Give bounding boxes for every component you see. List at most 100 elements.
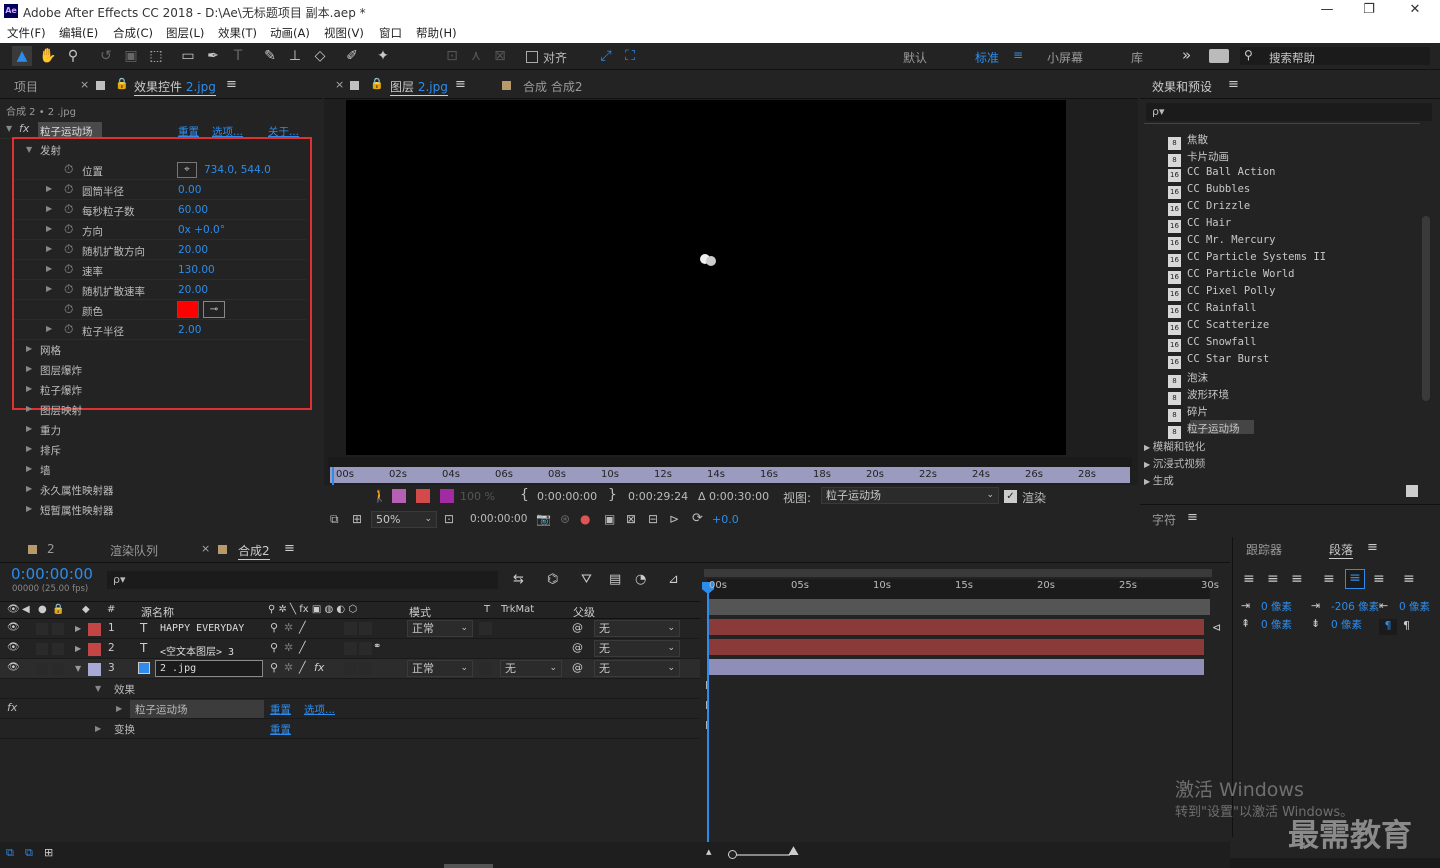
tab-layer[interactable]: 图层 2.jpg [390, 78, 448, 96]
layer-bar-3[interactable] [708, 659, 1204, 675]
puppet-tool-icon[interactable]: ✦ [373, 46, 393, 66]
effect-group-row[interactable]: ▶ 图层映射 [0, 399, 306, 419]
expand-triangle-icon[interactable]: ▶ [46, 204, 52, 213]
effect-row[interactable]: fx ▶ 粒子运动场 重置 选项... [0, 699, 700, 719]
rectangle-tool-icon[interactable]: ▭ [178, 46, 198, 66]
justify-center-icon[interactable]: ≡ [1345, 569, 1365, 589]
workspace-menu-icon[interactable]: ≡ [1013, 48, 1023, 62]
expand-triangle-icon[interactable]: ▶ [1144, 443, 1153, 452]
effect-switch-icon[interactable]: fx [314, 661, 324, 674]
effect-group-row[interactable]: ▶ 永久属性映射器 [0, 479, 306, 499]
view-axis-icon[interactable]: ⊠ [490, 46, 510, 66]
render-checkbox[interactable]: ✓ [1004, 490, 1017, 503]
panel-menu-icon[interactable]: ≡ [1187, 510, 1198, 525]
shy-switch-icon[interactable]: ⚲ [270, 621, 278, 634]
expand-triangle-icon[interactable]: ▶ [26, 424, 32, 433]
layer-icon[interactable]: ⊟ [648, 512, 658, 526]
expand-triangle-icon[interactable]: ▶ [46, 284, 52, 293]
layer-row[interactable]: 👁 ▶ 1 T HAPPY EVERYDAY ⚲ ✲ ╱ 正常 ⌄ @ 无 ⌄ [0, 619, 700, 639]
property-row[interactable]: ▶ ⏱ 方向 0x +0.0° [14, 220, 306, 240]
help-search-box[interactable]: ⚲ 搜索帮助 [1240, 47, 1430, 65]
graph-editor-icon[interactable]: ⊿ [668, 572, 679, 587]
expand-triangle-icon[interactable]: ▶ [46, 184, 52, 193]
zoom-slider-track[interactable] [728, 854, 790, 856]
tab-composition[interactable]: 合成 合成2 [523, 78, 582, 95]
switch-box[interactable] [359, 662, 372, 675]
effects-search-input[interactable]: ρ▾ [1146, 103, 1432, 121]
effect-group-row[interactable]: ▶ 粒子爆炸 [0, 379, 306, 399]
workspace-default[interactable]: 默认 [903, 49, 927, 66]
camera-tool-icon[interactable]: ▣ [121, 46, 141, 66]
menu-window[interactable]: 窗口 [379, 25, 402, 41]
quality-switch-icon[interactable]: ╱ [299, 621, 306, 634]
pick-whip-icon[interactable]: @ [572, 661, 583, 674]
horizontal-scrollbar[interactable] [444, 864, 493, 868]
fit-icon[interactable]: ⊡ [444, 512, 454, 526]
property-value[interactable]: 734.0, 544.0 [204, 164, 271, 176]
stopwatch-icon[interactable]: ⏱ [64, 182, 73, 197]
frame-blending-icon[interactable]: ▤ [609, 572, 621, 587]
effect-list-item[interactable]: 16 CC Ball Action [1168, 166, 1276, 183]
justify-all-icon[interactable]: ≡ [1403, 571, 1415, 587]
menu-composition[interactable]: 合成(C) [113, 25, 153, 41]
justify-left-icon[interactable]: ≡ [1323, 571, 1335, 587]
switch-box[interactable] [344, 622, 357, 635]
layer-bar-1[interactable] [708, 619, 1204, 635]
snap-edge-icon[interactable]: ⤢ [596, 46, 616, 66]
expand-triangle-icon[interactable]: ▼ [6, 124, 12, 133]
scrollbar-thumb[interactable] [1422, 216, 1430, 401]
effect-category[interactable]: ▶ 模糊和锐化 [1144, 439, 1205, 454]
expand-triangle-icon[interactable]: ▶ [1144, 477, 1153, 486]
snapshot-icon[interactable]: 📷 [536, 512, 551, 526]
expand-triangle-icon[interactable]: ▼ [95, 684, 101, 693]
solo-icon[interactable] [416, 489, 430, 503]
property-row[interactable]: ▶ ⏱ 随机扩散方向 20.00 [14, 240, 306, 260]
rotate-tool-icon[interactable]: ↺ [96, 46, 116, 66]
pan-behind-tool-icon[interactable]: ⬚ [146, 46, 166, 66]
effect-row-options[interactable]: 选项... [304, 702, 335, 717]
effect-list-item[interactable]: 16 CC Snowfall [1168, 336, 1257, 353]
effect-list-item[interactable]: 8 卡片动画 [1168, 149, 1229, 167]
switch-box[interactable] [344, 662, 357, 675]
expand-triangle-icon[interactable]: ▶ [46, 224, 52, 233]
minimize-button[interactable]: — [1313, 2, 1341, 17]
snap-checkbox[interactable] [526, 51, 538, 63]
trkmat-dropdown[interactable]: 无 ⌄ [500, 660, 562, 677]
expand-triangle-icon[interactable]: ▼ [75, 664, 81, 673]
layer-name[interactable]: 2 .jpg [160, 663, 196, 674]
align-center-icon[interactable]: ≡ [1267, 571, 1279, 587]
effect-category[interactable]: ▶ 沉浸式视频 [1144, 456, 1205, 471]
selection-tool-icon[interactable]: ▲ [12, 46, 32, 66]
comp-button-icon[interactable]: ⊲ [1212, 621, 1221, 634]
layer-name[interactable]: HAPPY EVERYDAY [160, 623, 244, 634]
menu-view[interactable]: 视图(V) [324, 25, 364, 41]
switch-box[interactable] [359, 622, 372, 635]
stopwatch-icon[interactable]: ⏱ [64, 322, 73, 337]
pick-whip-icon[interactable]: @ [572, 641, 583, 654]
pick-whip-icon[interactable]: @ [572, 621, 583, 634]
mode-dropdown[interactable]: 正常 ⌄ [407, 620, 473, 637]
workspace-standard[interactable]: 标准 [975, 49, 999, 66]
property-value[interactable]: 60.00 [178, 204, 208, 216]
indent-first-value[interactable]: -206 像素 [1331, 599, 1379, 614]
menu-animation[interactable]: 动画(A) [270, 25, 310, 41]
clone-stamp-tool-icon[interactable]: ⊥ [285, 46, 305, 66]
character-title[interactable]: 字符 [1152, 511, 1176, 528]
close-tab-icon[interactable]: × [335, 78, 344, 91]
effect-list-item[interactable]: 16 CC Mr. Mercury [1168, 234, 1276, 251]
collapse-switch-icon[interactable]: ✲ [284, 621, 293, 634]
zoom-dropdown[interactable]: 50% ⌄ [371, 511, 437, 528]
mode-header[interactable]: 模式 [409, 604, 431, 620]
work-area-span[interactable] [707, 599, 1210, 615]
timeline-search-input[interactable]: ρ▾ [107, 571, 498, 589]
view-dropdown[interactable]: 粒子运动场 ⌄ [821, 487, 999, 504]
current-time-indicator[interactable] [332, 467, 334, 485]
menu-layer[interactable]: 图层(L) [166, 25, 204, 41]
property-value[interactable]: 2.00 [178, 324, 201, 336]
lock-toggle[interactable] [52, 663, 64, 675]
effect-group-row[interactable]: ▶ 墙 [0, 459, 306, 479]
local-axis-icon[interactable]: ⊡ [442, 46, 462, 66]
hand-tool-icon[interactable]: ✋ [38, 46, 58, 66]
shy-switch-icon[interactable]: ⚲ [270, 661, 278, 674]
expand-triangle-icon[interactable]: ▶ [26, 364, 32, 373]
